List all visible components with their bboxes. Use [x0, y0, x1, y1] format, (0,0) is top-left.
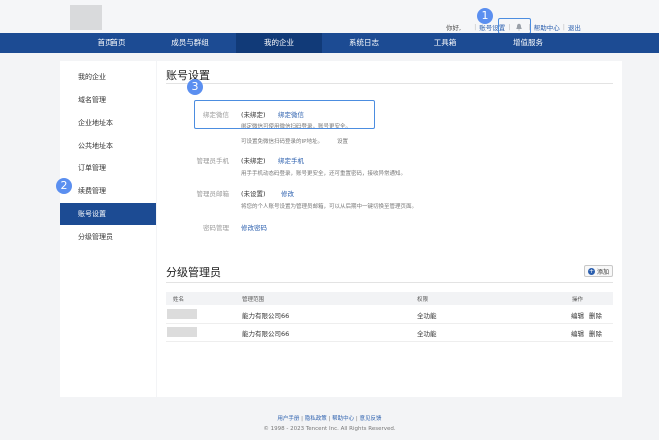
- add-button-label: 添加: [596, 268, 609, 276]
- sidebar-item-my-company[interactable]: 我的企业: [60, 66, 156, 88]
- sidebar-item-orders[interactable]: 订单管理: [60, 157, 156, 179]
- email-hint: 将您的个人账号设置为管理员邮箱，可以从后期中一键切换至管理页面。: [241, 204, 418, 210]
- greeting: 你好,: [446, 24, 462, 32]
- wechat-ip-hint: 可设置免微信扫码登录的IP地址。: [241, 139, 323, 145]
- footer: 用户手册 | 隐私政策 | 帮助中心 | 意见反馈 © 1998 - 2023 …: [0, 414, 659, 432]
- nav-toolbox[interactable]: 工具箱: [410, 33, 480, 53]
- delete-link[interactable]: 删除: [589, 310, 602, 320]
- sidebar: 我的企业 域名管理 企业地址本 公共地址本 订单管理 续费管理 账号设置 分级管…: [60, 61, 156, 397]
- footer-link-privacy[interactable]: 隐私政策: [305, 416, 327, 422]
- sidebar-item-company-address-book[interactable]: 企业地址本: [60, 112, 156, 134]
- sidebar-item-sub-admins[interactable]: 分级管理员: [60, 226, 156, 248]
- help-center-link[interactable]: 帮助中心: [534, 22, 560, 32]
- annotation-badge-2: 2: [56, 178, 72, 194]
- admin-permission: 全功能: [417, 330, 437, 338]
- add-sub-admin-button[interactable]: + 添加: [584, 265, 613, 277]
- sidebar-item-account-settings[interactable]: 账号设置: [60, 203, 156, 225]
- sidebar-item-domain[interactable]: 域名管理: [60, 89, 156, 111]
- company-logo: [70, 5, 102, 30]
- modify-email-link[interactable]: 修改: [281, 188, 294, 198]
- phone-label: 管理员手机: [196, 157, 230, 165]
- edit-link[interactable]: 编辑: [571, 328, 584, 338]
- logout-link[interactable]: 退出: [568, 22, 581, 32]
- footer-link-help[interactable]: 帮助中心: [332, 416, 354, 422]
- admin-name-redacted: [167, 327, 197, 337]
- col-actions: 操作: [572, 297, 584, 303]
- delete-link[interactable]: 删除: [589, 328, 602, 338]
- phone-status: (未绑定): [241, 157, 266, 165]
- admin-name-redacted: [167, 309, 197, 319]
- admin-permission: 全功能: [417, 312, 437, 320]
- bind-phone-link[interactable]: 绑定手机: [278, 155, 304, 165]
- col-scope: 管理范围: [242, 297, 265, 303]
- nav-home-label[interactable]: 首页: [70, 33, 140, 53]
- footer-link-manual[interactable]: 用户手册: [277, 416, 299, 422]
- email-status: (未设置): [241, 190, 266, 198]
- annotation-badge-1: 1: [477, 8, 493, 24]
- sidebar-item-renewal[interactable]: 续费管理: [60, 180, 156, 202]
- edit-link[interactable]: 编辑: [571, 310, 584, 320]
- email-label: 管理员邮箱: [196, 190, 230, 198]
- col-name: 姓名: [173, 297, 185, 303]
- table-row: 能力有限公司66 全功能 编辑 删除: [166, 306, 613, 324]
- admin-scope: 能力有限公司66: [242, 312, 290, 320]
- phone-hint: 用手手机动态码登录，账号更安全，还可重置密码，接收异常通知。: [241, 171, 407, 177]
- wechat-ip-settings-link[interactable]: 设置: [337, 137, 348, 145]
- nav-system-log[interactable]: 系统日志: [328, 33, 400, 53]
- sub-admins-title: 分级管理员: [166, 266, 221, 279]
- highlight-box-wechat: [194, 100, 375, 129]
- highlight-box-account-link: [498, 18, 531, 34]
- nav-my-company[interactable]: 我的企业: [236, 33, 322, 53]
- annotation-badge-3: 3: [187, 79, 203, 95]
- sidebar-item-public-address-book[interactable]: 公共地址本: [60, 135, 156, 157]
- account-settings-title: 账号设置: [166, 69, 210, 82]
- nav-members[interactable]: 成员与群组: [155, 33, 225, 53]
- footer-link-feedback[interactable]: 意见反馈: [360, 416, 382, 422]
- admin-scope: 能力有限公司66: [242, 330, 290, 338]
- plus-icon: +: [587, 267, 595, 275]
- password-label: 密码管理: [203, 224, 229, 232]
- footer-copyright: © 1998 - 2023 Tencent Inc. All Rights Re…: [263, 426, 396, 432]
- col-permission: 权限: [417, 297, 429, 303]
- change-password-link[interactable]: 修改密码: [241, 222, 267, 232]
- nav-value-added[interactable]: 增值服务: [493, 33, 563, 53]
- sub-admins-table-header: 姓名 管理范围 权限 操作: [166, 292, 613, 305]
- table-row: 能力有限公司66 全功能 编辑 删除: [166, 324, 613, 342]
